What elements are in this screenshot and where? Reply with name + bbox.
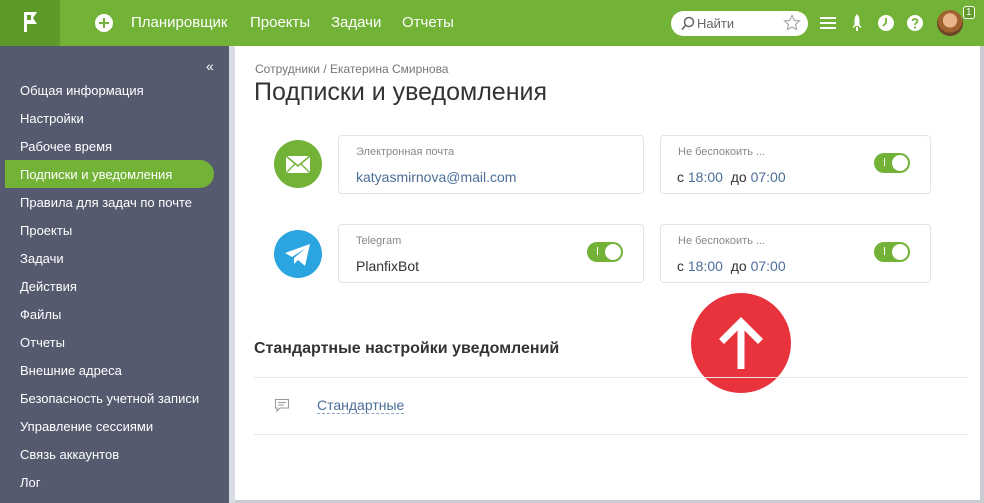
sidebar-item-external-addresses[interactable]: Внешние адреса (20, 363, 122, 378)
telegram-icon (285, 244, 310, 266)
telegram-value[interactable]: PlanfixBot (356, 258, 419, 274)
search-input[interactable] (697, 15, 779, 32)
sidebar-item-sessions[interactable]: Управление сессиями (20, 419, 153, 434)
rocket-icon[interactable] (850, 14, 864, 32)
page-title: Подписки и уведомления (254, 78, 548, 106)
search-icon (681, 16, 695, 31)
comment-icon (274, 398, 290, 413)
sidebar-item-actions[interactable]: Действия (20, 279, 77, 294)
envelope-icon (285, 155, 311, 174)
telegram-label: Telegram (356, 235, 402, 247)
content-border (229, 46, 235, 503)
window-edge (980, 46, 984, 503)
sidebar-item-projects[interactable]: Проекты (20, 223, 72, 238)
email-dnd-toggle[interactable] (874, 153, 910, 173)
sidebar-item-linked-accounts[interactable]: Связь аккаунтов (20, 447, 119, 462)
sidebar-item-settings[interactable]: Настройки (20, 111, 84, 126)
standard-settings-link[interactable]: Стандартные (317, 397, 405, 414)
add-icon[interactable] (95, 14, 113, 32)
collapse-sidebar-icon[interactable]: « (206, 58, 214, 74)
nav-projects[interactable]: Проекты (250, 14, 310, 31)
breadcrumb[interactable]: Сотрудники / Екатерина Смирнова (255, 62, 448, 76)
telegram-field[interactable]: Telegram PlanfixBot (338, 224, 644, 283)
telegram-dnd-time[interactable]: с 18:00 до 07:00 (677, 258, 786, 274)
email-field[interactable]: Электронная почта katyasmirnova@mail.com (338, 135, 644, 194)
nav-reports[interactable]: Отчеты (402, 14, 454, 31)
email-label: Электронная почта (356, 146, 455, 158)
email-dnd-label: Не беспокоить ... (678, 146, 766, 158)
divider (254, 434, 968, 435)
top-bar: Планировщик Проекты Задачи Отчеты 1 (0, 0, 984, 46)
nav-tasks[interactable]: Задачи (331, 14, 381, 31)
email-value[interactable]: katyasmirnova@mail.com (356, 169, 516, 185)
email-channel-badge (274, 140, 322, 188)
notification-badge[interactable]: 1 (963, 6, 975, 19)
telegram-dnd-card[interactable]: Не беспокоить ... с 18:00 до 07:00 (660, 224, 931, 283)
help-icon[interactable] (907, 15, 923, 31)
sidebar-item-tasks[interactable]: Задачи (20, 251, 64, 266)
avatar[interactable] (937, 10, 963, 36)
planfix-logo[interactable] (0, 0, 60, 46)
sidebar-item-mail-rules[interactable]: Правила для задач по почте (20, 195, 192, 210)
telegram-dnd-toggle[interactable] (874, 242, 910, 262)
menu-icon[interactable] (820, 16, 836, 30)
email-dnd-time[interactable]: с 18:00 до 07:00 (677, 169, 786, 185)
email-dnd-card[interactable]: Не беспокоить ... с 18:00 до 07:00 (660, 135, 931, 194)
nav-planner[interactable]: Планировщик (131, 14, 227, 31)
sidebar: « Общая информация Настройки Рабочее вре… (0, 46, 229, 503)
sidebar-item-general[interactable]: Общая информация (20, 83, 144, 98)
divider (254, 377, 968, 378)
telegram-toggle[interactable] (587, 242, 623, 262)
sidebar-item-work-time[interactable]: Рабочее время (20, 139, 112, 154)
sidebar-item-log[interactable]: Лог (20, 475, 41, 490)
telegram-dnd-label: Не беспокоить ... (678, 235, 766, 247)
clock-icon[interactable] (878, 15, 894, 31)
telegram-channel-badge (274, 230, 322, 278)
sidebar-item-reports[interactable]: Отчеты (20, 335, 65, 350)
scroll-up-arrow-icon[interactable] (691, 293, 791, 393)
star-icon[interactable] (783, 14, 801, 32)
sidebar-item-security[interactable]: Безопасность учетной записи (20, 391, 199, 406)
search-box[interactable] (671, 11, 808, 36)
section-title: Стандартные настройки уведомлений (254, 340, 560, 357)
sidebar-item-files[interactable]: Файлы (20, 307, 61, 322)
flag-icon (24, 12, 37, 32)
sidebar-item-subscriptions[interactable]: Подписки и уведомления (20, 167, 172, 182)
